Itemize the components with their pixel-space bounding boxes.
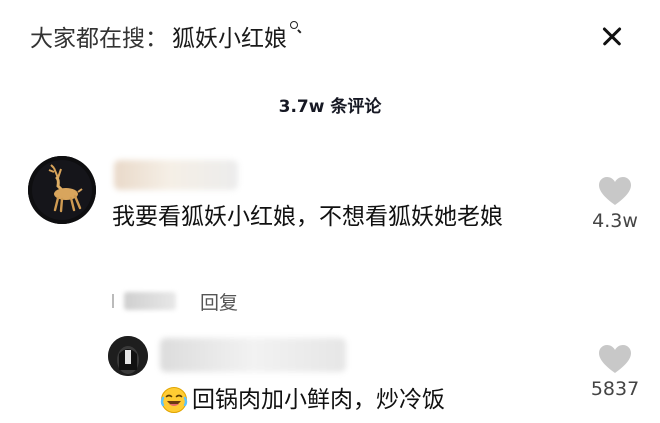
reply-like-count: 5837 (590, 378, 640, 400)
avatar[interactable] (28, 156, 96, 224)
comment-meta-row: 回复 (112, 286, 238, 316)
reply-like-button[interactable]: 5837 (580, 344, 650, 400)
heart-icon (599, 177, 631, 205)
search-suggestion-prefix: 大家都在搜： (30, 26, 168, 52)
laughing-crying-emoji-icon (160, 387, 188, 413)
reply-comment-text: 回锅肉加小鲜肉，炒冷饭 (192, 387, 445, 413)
meta-divider (112, 294, 114, 308)
heart-icon (599, 345, 631, 373)
comment-count-title: 3.7w 条评论 (278, 97, 382, 117)
comment-text: 我要看狐妖小红娘，不想看狐妖她老娘 (112, 204, 503, 230)
timestamp-redacted (124, 292, 176, 310)
search-suggestion[interactable]: 大家都在搜： 狐妖小红娘 (30, 16, 302, 56)
reply-button[interactable]: 回复 (200, 288, 238, 315)
search-suggestion-keyword[interactable]: 狐妖小红娘 (172, 19, 287, 53)
search-icon (290, 21, 302, 33)
deer-avatar-image (28, 156, 96, 224)
reply-comment: 回锅肉加小鲜肉，炒冷饭 (160, 382, 445, 418)
reply-avatar[interactable] (108, 336, 148, 376)
username-redacted (114, 160, 238, 190)
close-button[interactable] (596, 20, 628, 52)
like-button[interactable]: 4.3w (580, 176, 650, 232)
reply-username-redacted (160, 338, 346, 372)
like-count: 4.3w (592, 210, 638, 232)
reply-avatar-image (108, 336, 148, 376)
